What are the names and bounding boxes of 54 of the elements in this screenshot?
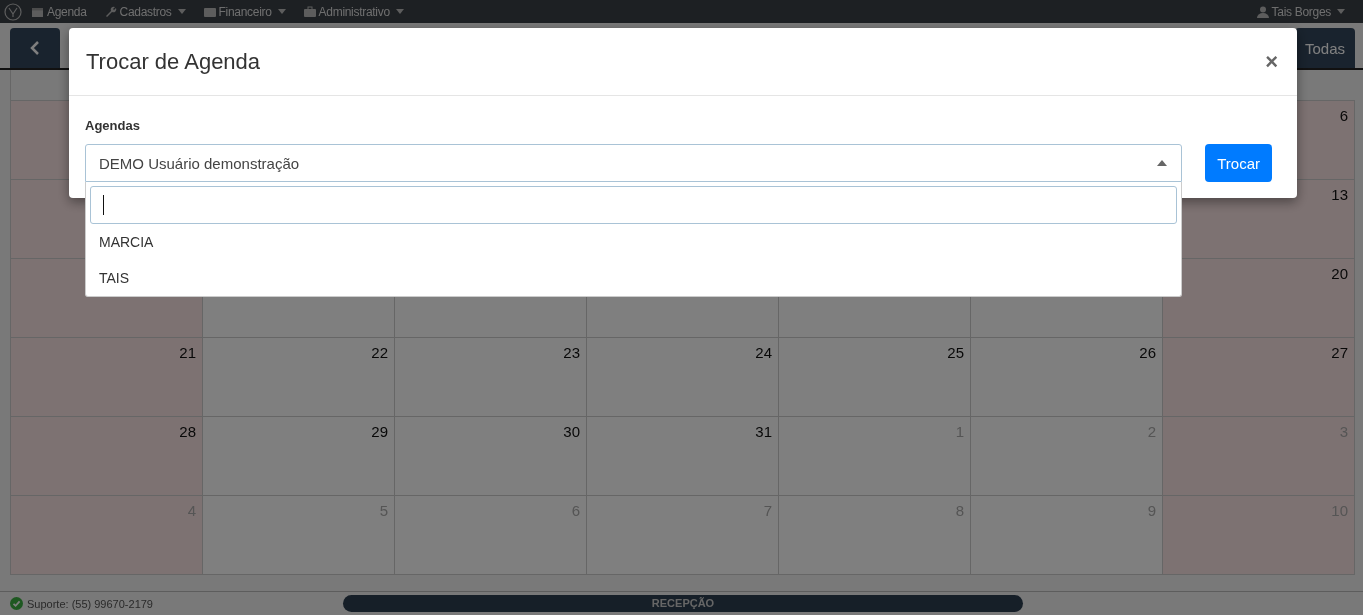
caret-icon — [1157, 160, 1168, 166]
section-bar: RECEPÇÃO — [343, 595, 1023, 612]
calendar-day[interactable]: 27 — [1163, 338, 1355, 416]
caret-icon — [1337, 9, 1345, 14]
caret-icon — [395, 9, 404, 14]
chevron-left-icon — [29, 40, 41, 56]
support-phone: Suporte: (55) 99670-2179 — [27, 597, 153, 610]
check-icon — [10, 597, 23, 610]
modal-title: Trocar de Agenda — [86, 48, 261, 75]
day-number: 30 — [563, 423, 580, 440]
calendar-day[interactable]: 24 — [587, 338, 779, 416]
calendar-day[interactable]: 22 — [203, 338, 395, 416]
card-icon — [203, 5, 216, 18]
day-number: 27 — [1331, 344, 1348, 361]
day-number: 13 — [1331, 186, 1348, 203]
search-field[interactable] — [90, 186, 1178, 224]
field-label: Agendas — [85, 118, 141, 133]
calendar-day[interactable]: 20 — [1163, 259, 1355, 337]
filter-button[interactable]: Todas — [1294, 28, 1355, 68]
calendar-day[interactable]: 30 — [395, 417, 587, 495]
nav-menu-item[interactable]: Agenda — [32, 4, 87, 19]
wrench-icon — [104, 5, 117, 18]
day-number: 22 — [371, 344, 388, 361]
nav-menu-item[interactable]: Cadastros — [104, 4, 186, 19]
day-number: 26 — [1139, 344, 1156, 361]
calendar-day[interactable]: 21 — [11, 338, 203, 416]
day-number: 6 — [1339, 107, 1348, 124]
close-button[interactable]: × — [1263, 48, 1280, 75]
day-number: 31 — [755, 423, 772, 440]
day-number: 25 — [947, 344, 964, 361]
caret-icon — [177, 9, 186, 14]
day-number: 20 — [1331, 265, 1348, 282]
day-number: 24 — [755, 344, 772, 361]
day-number: 21 — [179, 344, 196, 361]
caret-icon — [277, 9, 286, 14]
day-number: 29 — [371, 423, 388, 440]
calendar-day[interactable]: 26 — [971, 338, 1163, 416]
calendar-icon — [32, 5, 44, 18]
nav-menu-item[interactable]: Administrativo — [303, 4, 404, 19]
day-number: 23 — [563, 344, 580, 361]
calendar-day[interactable]: 31 — [587, 417, 779, 495]
logo-icon[interactable] — [4, 2, 22, 21]
agenda-select[interactable]: DEMO Usuário demonstração — [85, 144, 1183, 182]
nav-menu-item[interactable]: Financeiro — [203, 4, 286, 19]
user-icon — [1256, 5, 1269, 18]
user-menu[interactable]: Tais Borges — [1256, 4, 1345, 19]
briefcase-icon — [303, 5, 316, 18]
calendar-day[interactable]: 29 — [203, 417, 395, 495]
calendar-day[interactable]: 25 — [779, 338, 971, 416]
day-number: 28 — [179, 423, 196, 440]
calendar-day[interactable]: 28 — [11, 417, 203, 495]
back-button[interactable] — [10, 28, 60, 68]
switch-button[interactable]: Trocar — [1205, 144, 1272, 182]
calendar-day[interactable]: 23 — [395, 338, 587, 416]
